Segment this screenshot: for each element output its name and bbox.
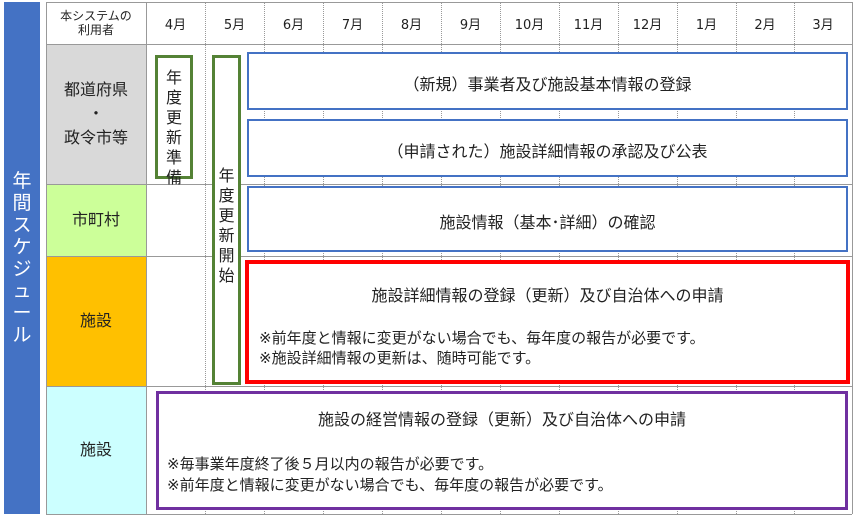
confirm-info-box: 施設情報（基本･詳細）の確認: [247, 186, 848, 252]
annual-update-prep-box: 年 度 更 新 準 備: [155, 55, 193, 187]
grid-line: [852, 2, 853, 514]
annual-update-start-box: 年 度 更 新 開 始: [212, 55, 241, 385]
row-label-line: 政令市等: [63, 128, 128, 147]
vbox-char: 新: [165, 128, 182, 147]
row-label-text: 施設: [79, 311, 112, 330]
grid-line: [46, 44, 852, 45]
row-label-city: 市町村: [46, 184, 146, 256]
month-header: 9月: [441, 2, 500, 44]
grid-line: [46, 2, 47, 514]
grid-line: [46, 2, 852, 3]
vbox-char: 備: [165, 168, 182, 187]
month-label: 8月: [400, 17, 423, 33]
detail-registration-box: 施設詳細情報の登録（更新）及び自治体への申請 ※前年度と情報に変更がない場合でも…: [245, 260, 850, 384]
month-label: 12月: [632, 17, 663, 33]
vbox-char: 更: [165, 108, 182, 127]
box-note: ※前年度と情報に変更がない場合でも、毎年度の報告が必要です。: [167, 476, 613, 494]
month-label: 2月: [754, 17, 776, 33]
management-registration-box: 施設の経営情報の登録（更新）及び自治体への申請 ※毎事業年度終了後５月以内の報告…: [156, 391, 848, 510]
month-label: 3月: [812, 17, 834, 33]
box-note: ※施設詳細情報の更新は、随時可能です。: [259, 349, 541, 367]
month-header: 4月: [146, 2, 205, 44]
month-header: 11月: [559, 2, 618, 44]
month-header: 12月: [618, 2, 677, 44]
month-label: 11月: [573, 17, 604, 33]
annual-schedule-label: 年 間 ス ケ ジ ュ ー ル: [4, 170, 40, 346]
side-char: ー: [12, 302, 32, 324]
vbox-char: 年: [165, 68, 182, 87]
month-header: 5月: [205, 2, 264, 44]
vbox-char: 度: [165, 88, 182, 107]
row-label-facility-detail: 施設: [46, 256, 146, 386]
vbox-char: 始: [218, 266, 235, 285]
grid-line: [146, 2, 147, 514]
row-label-text: 市町村: [71, 210, 120, 229]
vbox-char: 度: [218, 186, 235, 205]
month-label: 7月: [341, 17, 364, 33]
month-label: 10月: [514, 17, 545, 33]
side-char: ス: [12, 214, 32, 236]
row-label-prefecture: 都道府県 ・ 政令市等: [46, 44, 146, 184]
side-char: ル: [12, 324, 32, 346]
grid-line: [46, 386, 852, 387]
box-title: 施設情報（基本･詳細）の確認: [439, 213, 656, 232]
row-label-text: 施設: [79, 440, 112, 459]
month-label: 4月: [164, 17, 187, 33]
row-label-facility-management: 施設: [46, 386, 146, 514]
header-corner-line: 本システムの: [60, 9, 132, 23]
box-title: （申請された）施設詳細情報の承認及び公表: [387, 142, 708, 161]
month-label: 6月: [282, 17, 305, 33]
box-note: ※前年度と情報に変更がない場合でも、毎年度の報告が必要です。: [259, 329, 705, 347]
month-label: 5月: [223, 17, 246, 33]
month-header: 6月: [264, 2, 323, 44]
vbox-char: 年: [218, 166, 235, 185]
month-header: 2月: [736, 2, 794, 44]
grid-line: [46, 256, 852, 257]
header-corner: 本システムの 利用者: [46, 2, 146, 44]
side-char: 年: [12, 170, 32, 192]
box-title: 施設の経営情報の登録（更新）及び自治体への申請: [317, 410, 686, 429]
box-title: （新規）事業者及び施設基本情報の登録: [403, 75, 692, 94]
month-header: 8月: [382, 2, 441, 44]
row-label-line: 都道府県: [63, 80, 128, 99]
grid-line: [46, 514, 852, 515]
month-label: 9月: [459, 17, 482, 33]
vbox-char: 新: [218, 226, 235, 245]
register-basic-info-box: （新規）事業者及び施設基本情報の登録: [247, 52, 848, 110]
vbox-char: 準: [165, 148, 182, 167]
box-title: 施設詳細情報の登録（更新）及び自治体への申請: [371, 286, 724, 305]
vbox-char: 開: [218, 246, 235, 265]
box-note: ※毎事業年度終了後５月以内の報告が必要です。: [167, 455, 494, 473]
side-char: ジ: [12, 258, 32, 280]
month-header: 3月: [794, 2, 852, 44]
header-corner-line: 利用者: [77, 23, 114, 37]
month-label: 1月: [695, 17, 718, 33]
row-label-line: ・: [87, 104, 104, 123]
side-char: 間: [12, 192, 32, 214]
vbox-char: 更: [218, 206, 235, 225]
side-char: ケ: [12, 236, 32, 258]
month-header: 7月: [323, 2, 382, 44]
month-header: 1月: [677, 2, 736, 44]
side-char: ュ: [12, 280, 32, 302]
approve-detail-info-box: （申請された）施設詳細情報の承認及び公表: [247, 119, 848, 177]
month-header: 10月: [500, 2, 559, 44]
